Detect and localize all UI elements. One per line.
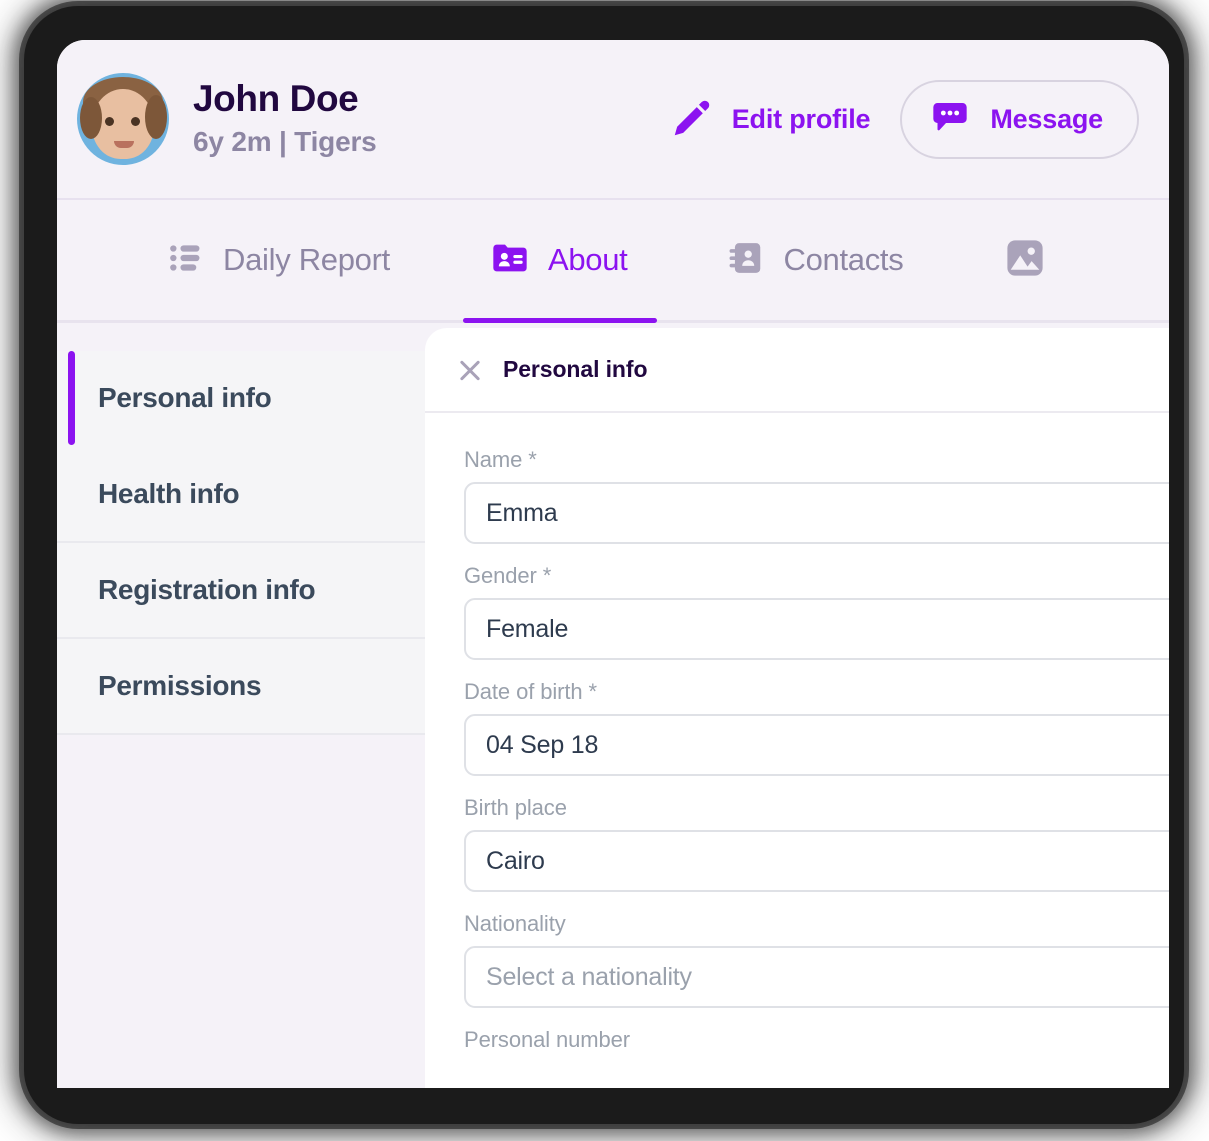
avatar-eye-left (105, 117, 114, 126)
field-label: Birth place (464, 795, 567, 820)
field-value: Female (486, 614, 569, 643)
nationality-select[interactable]: Select a nationality (464, 946, 1169, 1008)
app-card: John Doe 6y 2m | Tigers Edit profile Mes… (57, 40, 1169, 1088)
avatar-eye-right (131, 117, 140, 126)
tab-daily-report[interactable]: Daily Report (167, 200, 390, 320)
field-value: Cairo (486, 846, 545, 875)
sidebar-item-personal-info[interactable]: Personal info (57, 351, 425, 447)
profile-subtitle: 6y 2m | Tigers (193, 126, 377, 158)
name-input[interactable]: Emma (464, 482, 1169, 544)
tab-bar: Daily Report About Contacts (57, 200, 1169, 323)
sidebar-item-label: Registration info (98, 574, 316, 605)
tab-label: Daily Report (223, 242, 390, 277)
tab-gallery[interactable] (1003, 200, 1065, 320)
field-name: Name * Emma (464, 447, 1169, 544)
profile-header: John Doe 6y 2m | Tigers Edit profile Mes… (57, 40, 1169, 200)
field-label: Personal number (464, 1027, 631, 1052)
sidebar-item-registration-info[interactable]: Registration info (57, 543, 425, 639)
sidebar-item-label: Permissions (98, 670, 262, 701)
field-label: Nationality (464, 911, 566, 936)
field-date-of-birth: Date of birth * 04 Sep 18 (464, 679, 1169, 776)
list-icon (167, 239, 205, 282)
message-label: Message (990, 103, 1103, 134)
id-card-icon (490, 238, 530, 283)
header-actions: Edit profile Message (670, 79, 1139, 159)
tab-label: About (547, 242, 628, 277)
page-title: John Doe (193, 77, 359, 119)
field-personal-number: Personal number (464, 1027, 1169, 1053)
edit-profile-button[interactable]: Edit profile (670, 96, 871, 143)
tab-label: Contacts (783, 242, 904, 277)
panel-header: Personal info (425, 328, 1169, 413)
date-of-birth-input[interactable]: 04 Sep 18 (464, 714, 1169, 776)
sidebar-item-label: Personal info (98, 382, 272, 413)
panel-title: Personal info (503, 356, 648, 382)
field-value: 04 Sep 18 (486, 730, 599, 759)
sidebar-item-permissions[interactable]: Permissions (57, 639, 425, 735)
edit-profile-label: Edit profile (731, 103, 871, 134)
image-gallery-icon (1003, 236, 1047, 285)
field-birth-place: Birth place Cairo (464, 795, 1169, 892)
personal-info-form: Name * Emma Gender * Female Date of birt… (425, 413, 1169, 1053)
side-nav: Personal info Health info Registration i… (57, 351, 425, 735)
field-nationality: Nationality Select a nationality (464, 911, 1169, 1008)
field-gender: Gender * Female (464, 563, 1169, 660)
avatar-hair-right (145, 95, 167, 139)
field-placeholder: Select a nationality (486, 962, 692, 991)
birth-place-input[interactable]: Cairo (464, 830, 1169, 892)
tab-contacts[interactable]: Contacts (727, 200, 904, 320)
field-value: Emma (486, 498, 558, 527)
body-area: Personal info Health info Registration i… (57, 323, 1169, 1088)
field-label: Name * (464, 447, 537, 472)
gender-input[interactable]: Female (464, 598, 1169, 660)
tab-about[interactable]: About (463, 200, 657, 323)
field-label: Gender * (464, 563, 552, 588)
profile-name-block: John Doe 6y 2m | Tigers (193, 78, 377, 161)
detail-panel: Personal info Name * Emma Gender * Femal… (425, 328, 1169, 1088)
address-book-icon (727, 239, 765, 282)
pencil-icon (670, 96, 714, 143)
avatar (77, 73, 169, 165)
message-button[interactable]: Message (900, 79, 1139, 159)
sidebar-item-label: Health info (98, 478, 240, 509)
chat-bubble-icon (930, 98, 970, 141)
field-label: Date of birth * (464, 679, 598, 704)
avatar-hair-left (80, 97, 102, 139)
sidebar-item-health-info[interactable]: Health info (57, 447, 425, 543)
close-icon[interactable] (455, 355, 485, 385)
